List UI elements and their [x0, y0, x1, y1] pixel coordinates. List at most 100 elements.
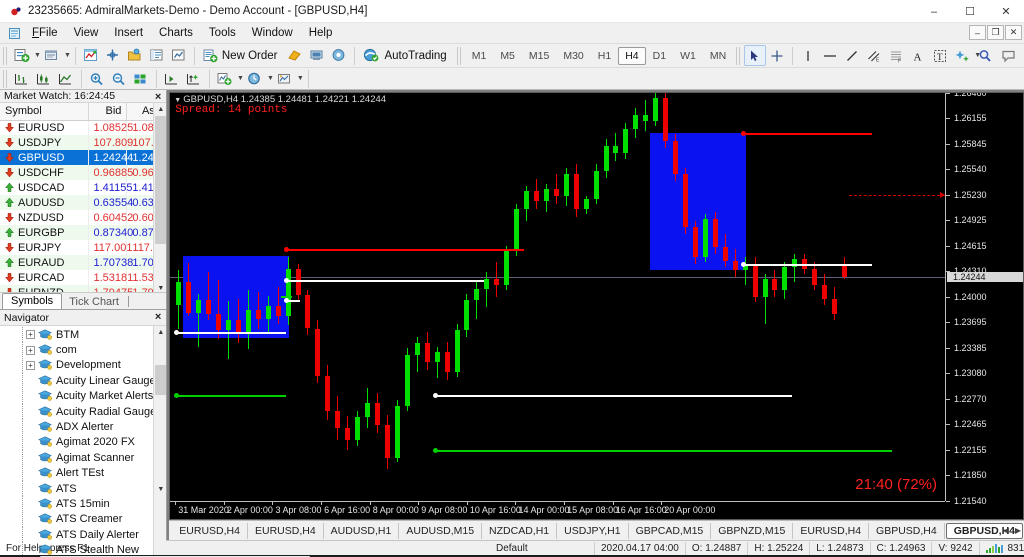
- close-icon[interactable]: ×: [155, 91, 161, 103]
- market-watch-row[interactable]: GBPUSD1.242441.24258: [0, 150, 166, 165]
- market-watch-button[interactable]: [80, 45, 102, 66]
- expand-icon[interactable]: +: [26, 345, 35, 355]
- market-watch-row[interactable]: USDCHF0.968850.96911: [0, 165, 166, 180]
- scroll-up-icon[interactable]: ▲: [154, 103, 167, 116]
- green-support-line-2[interactable]: [434, 450, 892, 453]
- timeframe-m1[interactable]: M1: [465, 47, 494, 65]
- horizontal-line-tool-button[interactable]: [819, 45, 841, 66]
- column-bid[interactable]: Bid: [88, 103, 128, 121]
- chevron-left-icon[interactable]: ◀: [1003, 526, 1009, 535]
- chart-tab[interactable]: AUDUSD,M15: [399, 522, 483, 539]
- bar-chart-icon[interactable]: [11, 68, 33, 89]
- data-window-button[interactable]: [102, 45, 124, 66]
- navigator-item[interactable]: Acuity Linear Gauge: [0, 373, 166, 389]
- line-studies-grip[interactable]: [736, 46, 743, 65]
- timeframe-m5[interactable]: M5: [493, 47, 522, 65]
- market-watch-row[interactable]: EURAUD1.707381.70768: [0, 255, 166, 270]
- expert-advisors-button[interactable]: [306, 45, 328, 66]
- navigator-folder-item[interactable]: + Development: [0, 357, 166, 374]
- periods-icon[interactable]: [244, 68, 266, 89]
- new-order-button[interactable]: New Order: [199, 45, 285, 66]
- column-symbol[interactable]: Symbol: [0, 103, 89, 121]
- red-resistance-line[interactable]: [285, 248, 525, 251]
- line-chart-icon[interactable]: [55, 68, 77, 89]
- white-level-line-1[interactable]: [285, 280, 485, 283]
- market-watch-row[interactable]: USDJPY107.809107.818: [0, 135, 166, 150]
- market-watch-row[interactable]: EURCAD1.531811.53222: [0, 270, 166, 285]
- scroll-down-icon[interactable]: ▼: [154, 483, 167, 496]
- new-chart-button[interactable]: [11, 45, 33, 66]
- equidistant-channel-tool-button[interactable]: E: [863, 45, 885, 66]
- chart-tab[interactable]: GBPUSD,H4: [869, 522, 945, 539]
- chart-tab[interactable]: EURUSD,H4: [248, 522, 324, 539]
- scroll-up-icon[interactable]: ▲: [154, 326, 167, 339]
- grid-icon[interactable]: [130, 68, 152, 89]
- navigator-item[interactable]: ADX Alerter: [0, 419, 166, 435]
- templates-dropdown-icon[interactable]: ▼: [297, 75, 304, 82]
- menu-view[interactable]: View: [66, 25, 107, 41]
- menu-tools[interactable]: Tools: [201, 25, 244, 41]
- auto-scroll-icon[interactable]: [183, 68, 205, 89]
- chart-window[interactable]: ▼ GBPUSD,H4 1.24385 1.24481 1.24221 1.242…: [169, 92, 1024, 520]
- menu-help[interactable]: Help: [301, 25, 341, 41]
- new-chart-dropdown-icon[interactable]: ▼: [34, 52, 41, 59]
- strategy-tester-button[interactable]: [168, 45, 190, 66]
- indicators-dropdown-icon[interactable]: ▼: [237, 75, 244, 82]
- navigator-item[interactable]: ATS: [0, 480, 166, 497]
- scroll-down-icon[interactable]: ▼: [154, 282, 167, 292]
- zoom-out-icon[interactable]: [108, 68, 130, 89]
- status-connection[interactable]: 8310/6 kb: [980, 542, 1024, 555]
- expand-icon[interactable]: +: [26, 360, 35, 370]
- templates-icon[interactable]: [274, 68, 296, 89]
- navigator-item[interactable]: ATS Creamer: [0, 511, 166, 528]
- green-marker[interactable]: [280, 296, 292, 299]
- mdi-minimize-button[interactable]: –: [969, 25, 986, 40]
- metaeditor-button[interactable]: [284, 45, 306, 66]
- timeframe-h1[interactable]: H1: [591, 47, 618, 65]
- navigator-item[interactable]: ATS 15min: [0, 496, 166, 512]
- market-watch-row[interactable]: AUDUSD0.635540.63563: [0, 195, 166, 210]
- navigator-folder-item[interactable]: + BTM: [0, 327, 166, 343]
- white-level-line-4[interactable]: [434, 394, 793, 397]
- crosshair-tool-button[interactable]: [766, 45, 788, 66]
- scrollbar-thumb[interactable]: [155, 365, 167, 395]
- minimize-button[interactable]: –: [916, 0, 952, 23]
- navigator-item[interactable]: Acuity Market Alerts: [0, 388, 166, 404]
- candlestick-chart-icon[interactable]: [33, 68, 55, 89]
- white-level-line-5-handle[interactable]: [740, 261, 746, 267]
- market-watch-scrollbar[interactable]: ▲ ▼: [153, 103, 167, 292]
- find-icon[interactable]: [974, 45, 996, 66]
- autotrading-button[interactable]: AutoTrading: [359, 45, 453, 66]
- chart-tab[interactable]: AUDUSD,H1: [324, 522, 400, 539]
- cursor-tool-button[interactable]: [744, 45, 767, 66]
- zoom-in-icon[interactable]: [86, 68, 108, 89]
- chart-menu-icon[interactable]: ▼: [174, 97, 181, 104]
- maximize-button[interactable]: ☐: [952, 0, 988, 23]
- timeframe-h4[interactable]: H4: [618, 46, 646, 65]
- fibonacci-tool-button[interactable]: F: [885, 45, 907, 66]
- tab-tick-chart[interactable]: Tick Chart: [62, 295, 126, 309]
- chart-toolbar-grip[interactable]: [3, 69, 9, 88]
- chart-tab[interactable]: EURUSD,H4: [172, 522, 248, 539]
- close-button[interactable]: ✕: [988, 0, 1024, 23]
- chart-shift-icon[interactable]: [161, 68, 183, 89]
- shapes-tool-button[interactable]: [951, 45, 973, 66]
- red-resistance-line-handle[interactable]: [283, 246, 289, 252]
- market-watch-row[interactable]: EURGBP0.873400.87353: [0, 225, 166, 240]
- text-tool-button[interactable]: A: [907, 45, 929, 66]
- navigator-item[interactable]: Acuity Radial Gauge: [0, 403, 166, 420]
- timeframe-d1[interactable]: D1: [646, 47, 673, 65]
- timeframe-mn[interactable]: MN: [703, 47, 733, 65]
- market-watch-row[interactable]: EURNZD1.794751.79523: [0, 285, 166, 292]
- mdi-close-button[interactable]: ✕: [1005, 25, 1022, 40]
- chevron-right-icon[interactable]: ▶: [1015, 526, 1021, 535]
- white-level-line-4-handle[interactable]: [432, 392, 438, 398]
- trendline-tool-button[interactable]: [841, 45, 863, 66]
- navigator-button[interactable]: [124, 45, 146, 66]
- scrollbar-thumb[interactable]: [155, 116, 167, 244]
- expand-icon[interactable]: +: [26, 330, 35, 340]
- tab-symbols[interactable]: Symbols: [2, 293, 63, 309]
- navigator-scrollbar[interactable]: ▲ ▼: [153, 326, 167, 557]
- text-label-tool-button[interactable]: T: [929, 45, 951, 66]
- chart-tab[interactable]: NZDCAD,H1: [482, 522, 558, 539]
